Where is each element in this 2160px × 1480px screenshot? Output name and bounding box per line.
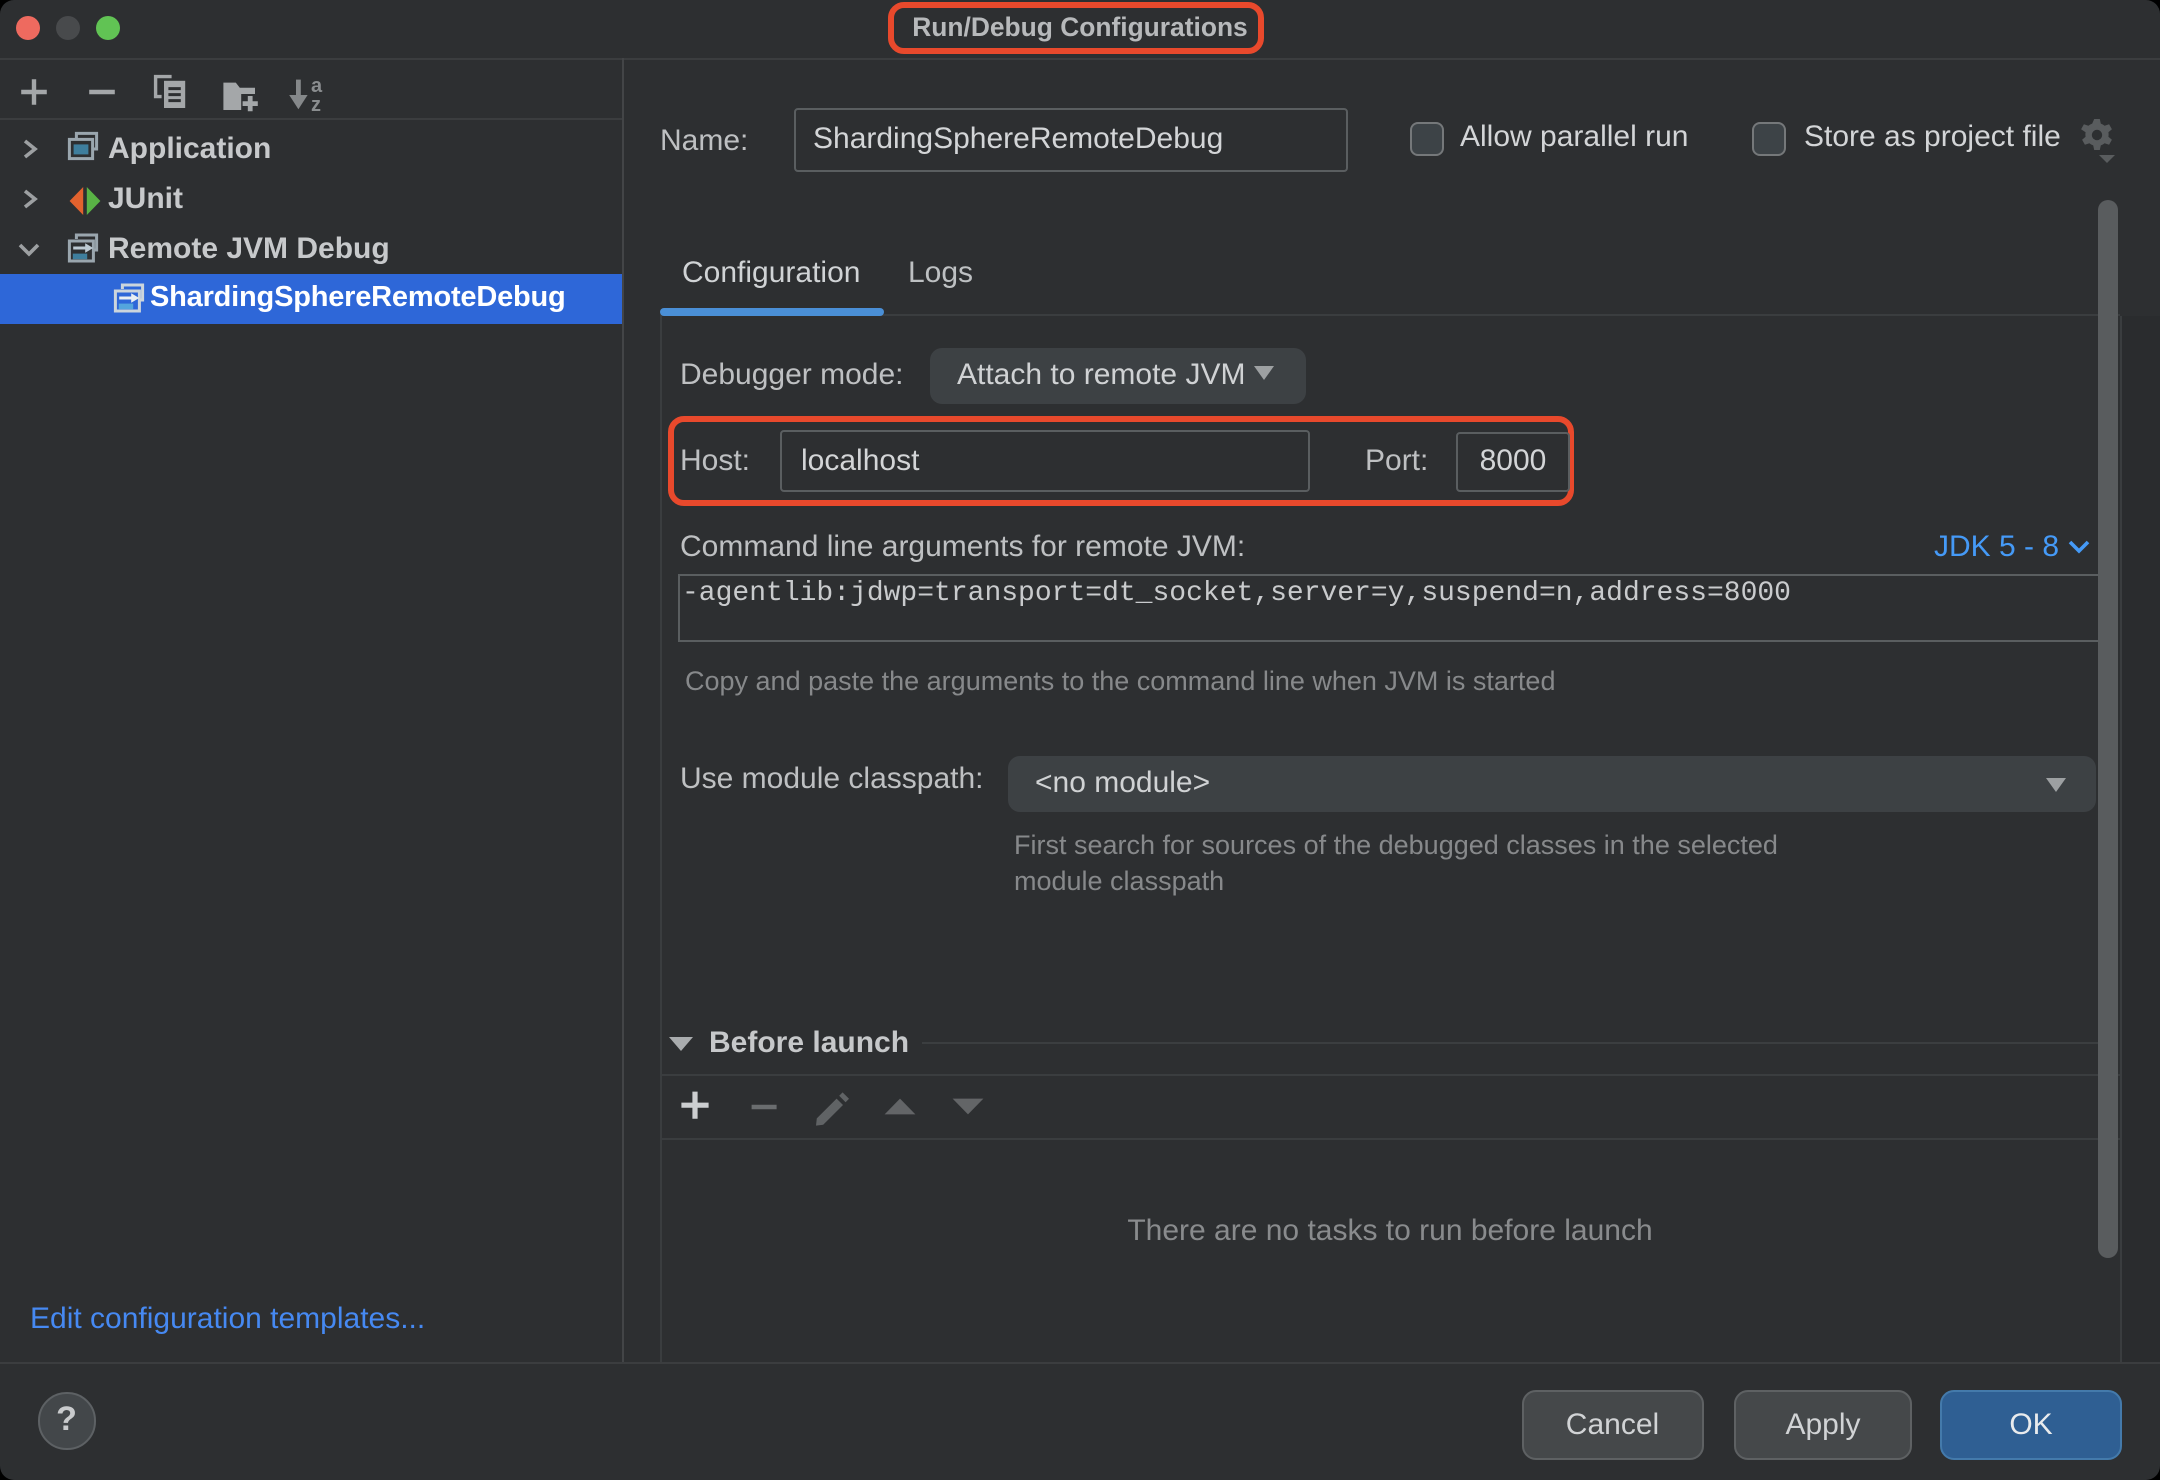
svg-text:z: z [311,94,321,114]
